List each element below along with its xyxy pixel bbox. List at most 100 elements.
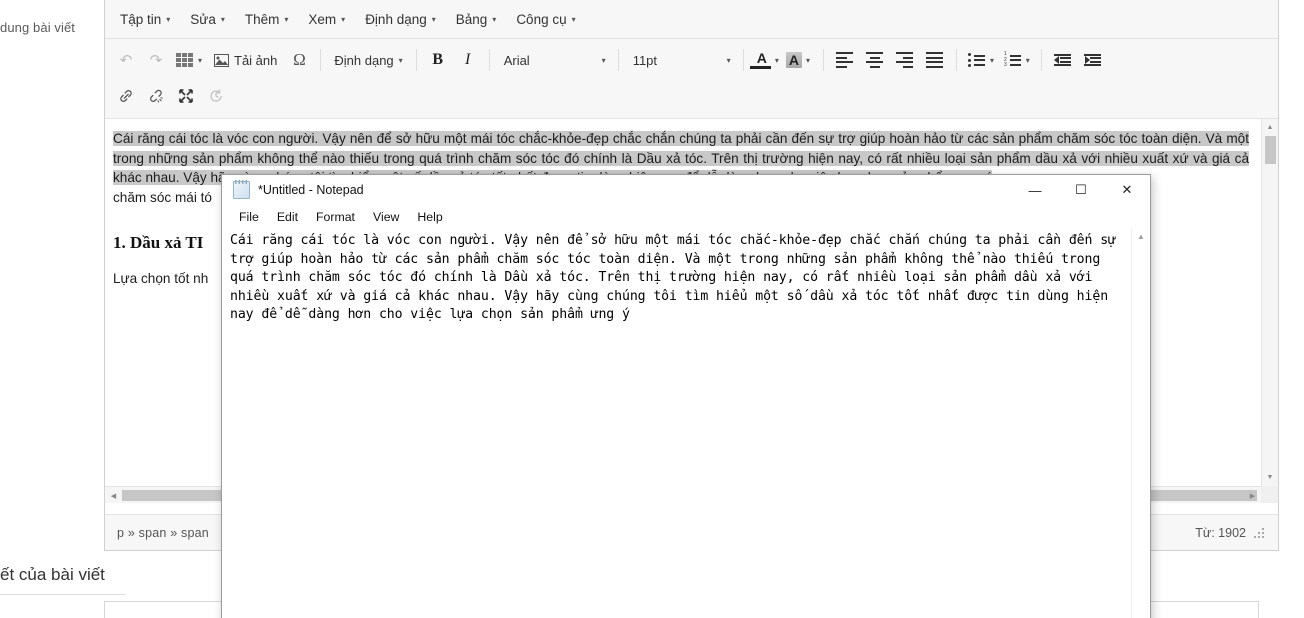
toolbar-separator — [415, 49, 417, 71]
font-family-value: Arial — [503, 52, 530, 68]
align-justify-button[interactable] — [920, 46, 950, 74]
notepad-window: *Untitled - Notepad — ☐ ✕ File Edit Form… — [221, 174, 1151, 618]
format-dropdown-button[interactable]: Định dạng ▾ — [327, 46, 409, 74]
menu-xem[interactable]: Xem ▾ — [299, 7, 354, 32]
align-left-button[interactable] — [830, 46, 860, 74]
insert-table-button[interactable]: ▾ — [171, 46, 207, 74]
increase-indent-button[interactable] — [1078, 46, 1108, 74]
chevron-down-icon: ▾ — [774, 55, 779, 65]
menu-tap-tin-label: Tập tin — [120, 11, 162, 27]
bullet-list-icon — [967, 53, 985, 67]
menu-sua[interactable]: Sửa ▾ — [181, 7, 234, 32]
toolbar-row-2 — [111, 78, 1272, 114]
font-size-value: 11pt — [632, 52, 658, 68]
editor-menubar: Tập tin ▾ Sửa ▾ Thêm ▾ Xem ▾ Định dạng ▾ Bảng… — [105, 0, 1278, 39]
scroll-left-icon[interactable]: ◀ — [105, 487, 122, 504]
chevron-down-icon: ▾ — [220, 15, 225, 25]
toolbar-separator — [488, 49, 490, 71]
toolbar-separator — [822, 49, 824, 71]
format-dropdown-label: Định dạng — [334, 52, 394, 68]
text-color-icon: A — [749, 51, 771, 69]
menu-cong-cu-label: Công cụ — [516, 11, 567, 27]
toolbar-separator — [742, 49, 744, 71]
decrease-indent-button[interactable] — [1048, 46, 1078, 74]
bullet-list-button[interactable]: ▾ — [963, 46, 999, 74]
toolbar-separator — [1040, 49, 1042, 71]
word-count: Từ: 1902 — [1195, 525, 1246, 540]
notepad-title: *Untitled - Notepad — [258, 183, 364, 197]
align-right-button[interactable] — [890, 46, 920, 74]
menu-tap-tin[interactable]: Tập tin ▾ — [111, 7, 179, 32]
align-center-button[interactable] — [860, 46, 890, 74]
restore-draft-button[interactable] — [201, 82, 231, 110]
menu-bang[interactable]: Bảng ▾ — [447, 7, 506, 32]
chevron-down-icon: ▾ — [198, 55, 203, 65]
fullscreen-button[interactable] — [171, 82, 201, 110]
editor-vertical-scrollbar[interactable]: ▲ ▼ — [1261, 119, 1278, 486]
notepad-menu-file[interactable]: File — [230, 208, 268, 226]
close-button[interactable]: ✕ — [1104, 175, 1150, 205]
scroll-up-icon[interactable]: ▲ — [1262, 119, 1278, 136]
chevron-down-icon: ▾ — [805, 55, 810, 65]
redo-button[interactable]: ↷ — [141, 46, 171, 74]
menu-dinh-dang-label: Định dạng — [365, 11, 427, 27]
table-icon — [176, 53, 193, 67]
statusbar-right: Từ: 1902 — [1195, 526, 1264, 540]
resize-grip-icon[interactable] — [1254, 527, 1264, 538]
scrollbar-corner — [1261, 486, 1278, 503]
notepad-menu-edit[interactable]: Edit — [268, 208, 307, 226]
chevron-down-icon: ▾ — [601, 55, 606, 65]
highlight-color-icon: A — [785, 52, 802, 68]
bold-button[interactable]: B — [423, 46, 453, 74]
scroll-thumb-vertical[interactable] — [1265, 136, 1276, 164]
numbered-list-button[interactable]: 123 ▾ — [999, 46, 1035, 74]
toolbar-row-1: ↶ ↷ ▾ Tải ảnh Ω Định dạng ▾ B I Arial ▾ … — [111, 42, 1272, 78]
chevron-down-icon: ▾ — [431, 15, 436, 25]
scroll-up-icon[interactable]: ▲ — [1132, 228, 1150, 245]
element-path[interactable]: p » span » span — [117, 526, 209, 540]
undo-button[interactable]: ↶ — [111, 46, 141, 74]
font-family-select[interactable]: Arial ▾ — [496, 46, 612, 74]
chevron-down-icon: ▾ — [341, 15, 346, 25]
toolbar-separator — [617, 49, 619, 71]
remove-link-button[interactable] — [141, 82, 171, 110]
align-justify-icon — [926, 52, 944, 68]
fullscreen-icon — [179, 89, 193, 103]
menu-them[interactable]: Thêm ▾ — [236, 7, 298, 32]
notepad-menu-help[interactable]: Help — [408, 208, 451, 226]
menu-sua-label: Sửa — [190, 11, 216, 27]
font-size-select[interactable]: 11pt ▾ — [625, 46, 737, 74]
numbered-list-icon: 123 — [1004, 52, 1021, 68]
page-divider — [0, 594, 125, 595]
notepad-menu-view[interactable]: View — [364, 208, 408, 226]
notepad-body: Cái răng cái tóc là vóc con người. Vậy n… — [222, 228, 1150, 618]
chevron-down-icon: ▾ — [726, 55, 731, 65]
notepad-menu-format[interactable]: Format — [307, 208, 364, 226]
minimize-button[interactable]: — — [1012, 175, 1058, 205]
maximize-button[interactable]: ☐ — [1058, 175, 1104, 205]
upload-image-button[interactable]: Tải ảnh — [207, 46, 284, 74]
scroll-right-icon[interactable]: ▶ — [1244, 487, 1261, 504]
decrease-indent-icon — [1054, 53, 1072, 67]
notepad-titlebar[interactable]: *Untitled - Notepad — ☐ ✕ — [222, 175, 1150, 205]
menu-dinh-dang[interactable]: Định dạng ▾ — [356, 7, 445, 32]
special-character-button[interactable]: Ω — [284, 46, 314, 74]
toolbar-separator — [955, 49, 957, 71]
notepad-textarea[interactable]: Cái răng cái tóc là vóc con người. Vậy n… — [222, 228, 1131, 618]
highlight-color-button[interactable]: A ▾ — [785, 46, 817, 74]
insert-link-button[interactable] — [111, 82, 141, 110]
upload-image-label: Tải ảnh — [234, 52, 278, 68]
notepad-vertical-scrollbar[interactable]: ▲ ▼ — [1131, 228, 1150, 618]
menu-bang-label: Bảng — [455, 11, 488, 27]
menu-cong-cu[interactable]: Công cụ ▾ — [507, 7, 584, 32]
scroll-down-icon[interactable]: ▼ — [1262, 469, 1278, 486]
undo-icon: ↶ — [119, 52, 133, 69]
chevron-down-icon: ▾ — [284, 15, 289, 25]
chevron-down-icon: ▾ — [1025, 55, 1030, 65]
text-color-button[interactable]: A ▾ — [749, 46, 786, 74]
chevron-down-icon: ▾ — [492, 15, 497, 25]
italic-button[interactable]: I — [453, 46, 483, 74]
menu-them-label: Thêm — [244, 11, 280, 27]
notepad-icon — [233, 180, 250, 199]
editor-toolbar: ↶ ↷ ▾ Tải ảnh Ω Định dạng ▾ B I Arial ▾ … — [105, 39, 1278, 119]
